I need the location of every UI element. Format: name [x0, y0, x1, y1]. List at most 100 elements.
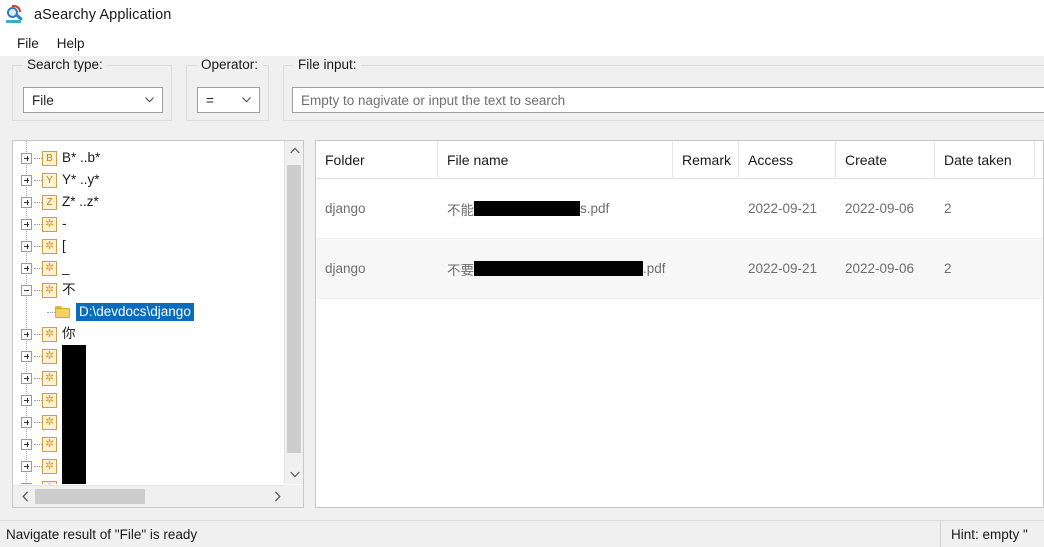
- status-bar: Navigate result of "File" is ready Hint:…: [0, 520, 1044, 547]
- star-badge-icon: ✲: [42, 414, 57, 430]
- expand-icon[interactable]: [21, 262, 32, 274]
- application-window: aSearchy Application File Help Search ty…: [0, 0, 1044, 547]
- tree-connector: [34, 399, 42, 401]
- column-header[interactable]: Create: [836, 141, 935, 179]
- chevron-up-icon[interactable]: [285, 141, 304, 160]
- column-header[interactable]: File name: [438, 141, 673, 179]
- star-badge-icon: ✲: [42, 392, 57, 408]
- tree-connector: [34, 355, 42, 357]
- expand-icon[interactable]: [21, 240, 32, 252]
- tree-node-label: Z* ..z*: [62, 194, 99, 209]
- operator-label: Operator:: [197, 57, 263, 72]
- cell-file-name: 不要 .pdf: [438, 239, 673, 299]
- star-badge-icon: ✲: [42, 370, 57, 386]
- expand-icon[interactable]: [21, 218, 32, 230]
- magnifier-icon: [6, 5, 26, 25]
- tree-node[interactable]: ✲: [13, 455, 285, 477]
- tree-connector: [34, 465, 42, 467]
- tree-vertical-scroll-thumb[interactable]: [287, 165, 301, 453]
- expand-icon[interactable]: [21, 196, 32, 208]
- star-badge-icon: ✲: [42, 216, 57, 232]
- file-name-prefix: 不要: [447, 262, 474, 278]
- status-message: Navigate result of "File" is ready: [6, 526, 198, 542]
- file-name-suffix: s.pdf: [580, 201, 610, 216]
- tree-connector: [34, 289, 42, 291]
- redaction-bar: [62, 411, 86, 433]
- tree-node[interactable]: ✲: [13, 477, 285, 484]
- expand-icon[interactable]: [21, 438, 32, 450]
- chevron-down-icon[interactable]: [285, 465, 304, 484]
- operator-value: =: [206, 92, 214, 108]
- collapse-icon[interactable]: [21, 284, 32, 296]
- table-row[interactable]: django 不能 s.pdf 2022-09-21 2022-09-06 2: [316, 179, 1043, 239]
- results-table-header: Folder File name Remark Access Create Date ta…: [316, 141, 1043, 179]
- file-input-field[interactable]: Empty to nagivate or input the text to s…: [292, 87, 1044, 113]
- cell-folder: django: [325, 201, 366, 216]
- expand-icon[interactable]: [21, 328, 32, 340]
- cell-folder: django: [325, 261, 366, 276]
- file-name-prefix: 不能: [447, 202, 474, 218]
- tree-vertical-scrollbar[interactable]: [284, 141, 303, 484]
- search-type-select[interactable]: File: [23, 87, 163, 113]
- tree-node[interactable]: B B* ..b*: [13, 147, 285, 169]
- operator-select[interactable]: =: [197, 87, 260, 113]
- search-type-value: File: [32, 92, 54, 108]
- expand-icon[interactable]: [21, 482, 32, 484]
- tree-node-label: Y* ..y*: [62, 172, 100, 187]
- redaction-bar: [62, 389, 86, 411]
- expand-icon[interactable]: [21, 394, 32, 406]
- column-header[interactable]: Access: [739, 141, 836, 179]
- status-hint: Hint: empty ": [940, 520, 1044, 547]
- letter-badge-icon: Y: [42, 172, 57, 188]
- tree-node[interactable]: ✲ 你: [13, 323, 285, 345]
- tree-node[interactable]: ✲: [13, 345, 285, 367]
- menu-item-file[interactable]: File: [8, 34, 48, 53]
- tree-node[interactable]: ✲[: [13, 235, 285, 257]
- operator-group: Operator: =: [186, 57, 269, 121]
- navigation-tree[interactable]: B B* ..b* Y Y* ..y* Z Z* ..z* ✲ - ✲[✲ _ ✲ 不 D:\devdo…: [13, 141, 285, 484]
- tree-node[interactable]: D:\devdocs\django: [13, 301, 285, 323]
- tree-node[interactable]: ✲: [13, 411, 285, 433]
- column-header[interactable]: Remark: [673, 141, 739, 179]
- cell-date-taken: 2: [944, 201, 952, 216]
- results-table-body: django 不能 s.pdf 2022-09-21 2022-09-06 2 django…: [316, 179, 1043, 299]
- redaction-bar: [62, 367, 86, 389]
- redaction-bar: [62, 477, 86, 484]
- tree-connector: [34, 223, 42, 225]
- expand-icon[interactable]: [21, 174, 32, 186]
- tree-node[interactable]: Y Y* ..y*: [13, 169, 285, 191]
- tree-node[interactable]: ✲: [13, 367, 285, 389]
- letter-badge-icon: Z: [42, 194, 57, 210]
- expand-icon[interactable]: [21, 152, 32, 164]
- column-header[interactable]: Folder: [316, 141, 438, 179]
- column-header[interactable]: [1035, 141, 1043, 179]
- search-type-group: Search type: File: [12, 57, 172, 121]
- chevron-left-icon[interactable]: [15, 486, 35, 507]
- table-row[interactable]: django 不要 .pdf 2022-09-21 2022-09-06 2: [316, 239, 1043, 299]
- tree-horizontal-scrollbar[interactable]: [13, 485, 303, 507]
- redaction-bar: [62, 455, 86, 477]
- tree-node[interactable]: ✲: [13, 433, 285, 455]
- tree-node-label: -: [62, 216, 67, 231]
- file-input-label: File input:: [294, 57, 361, 72]
- tree-node[interactable]: ✲ _: [13, 257, 285, 279]
- tree-connector: [34, 245, 42, 247]
- expand-icon[interactable]: [21, 416, 32, 428]
- tree-node[interactable]: ✲: [13, 389, 285, 411]
- star-badge-icon: ✲: [42, 436, 57, 452]
- menu-item-help[interactable]: Help: [48, 34, 94, 53]
- chevron-down-icon: [242, 97, 251, 103]
- tree-node[interactable]: ✲ 不: [13, 279, 285, 301]
- tree-node[interactable]: Z Z* ..z*: [13, 191, 285, 213]
- star-badge-icon: ✲: [42, 326, 57, 342]
- star-badge-icon: ✲: [42, 282, 57, 298]
- tree-horizontal-scroll-thumb[interactable]: [35, 489, 145, 504]
- column-header[interactable]: Date taken: [935, 141, 1035, 179]
- expand-icon[interactable]: [21, 350, 32, 362]
- expand-icon[interactable]: [21, 460, 32, 472]
- tree-connector: [34, 421, 42, 423]
- tree-node-label: B* ..b*: [62, 150, 101, 165]
- expand-icon[interactable]: [21, 372, 32, 384]
- tree-node[interactable]: ✲ -: [13, 213, 285, 235]
- redaction-bar: [62, 433, 86, 455]
